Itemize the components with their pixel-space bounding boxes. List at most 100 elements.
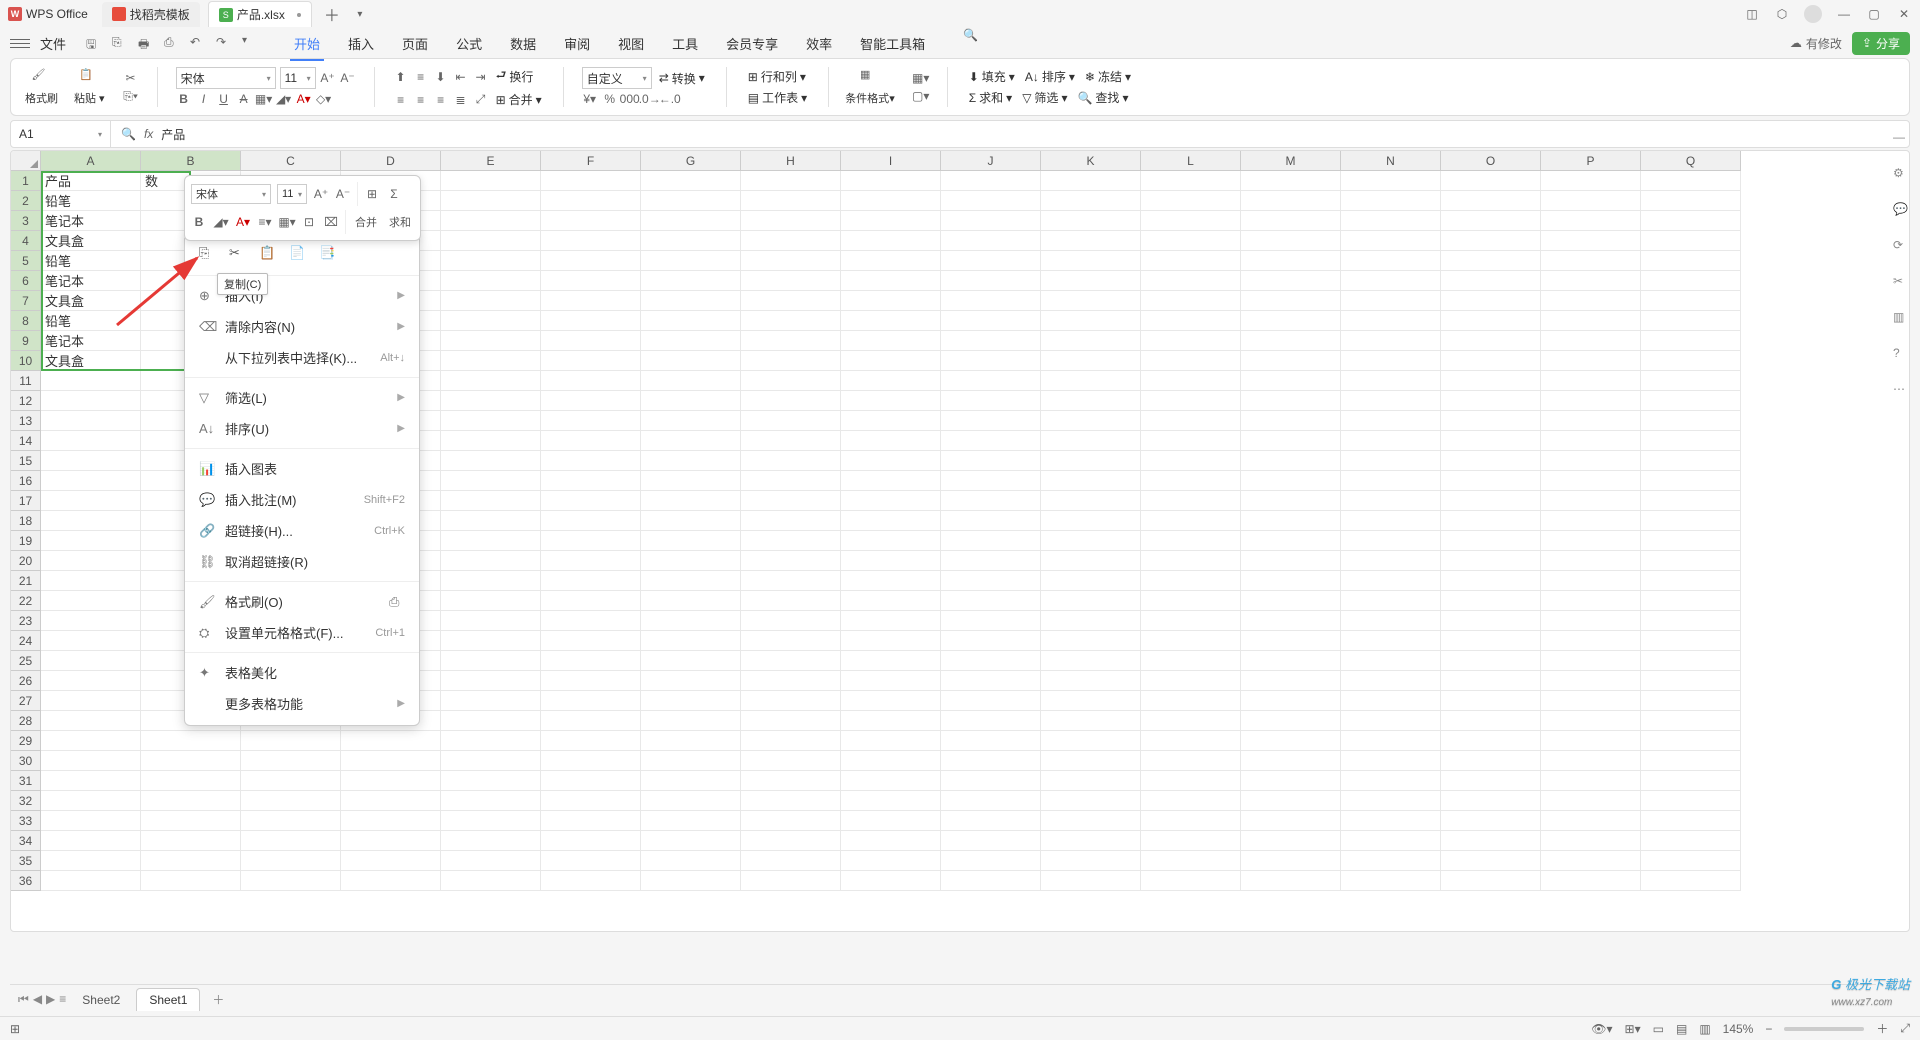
cell-P22[interactable] bbox=[1541, 591, 1641, 611]
cell-G31[interactable] bbox=[641, 771, 741, 791]
cell-Q31[interactable] bbox=[1641, 771, 1741, 791]
cell-F9[interactable] bbox=[541, 331, 641, 351]
cell-I29[interactable] bbox=[841, 731, 941, 751]
align-right-icon[interactable]: ≡ bbox=[433, 92, 449, 108]
cell-L7[interactable] bbox=[1141, 291, 1241, 311]
cell-I15[interactable] bbox=[841, 451, 941, 471]
cell-E27[interactable] bbox=[441, 691, 541, 711]
cell-H28[interactable] bbox=[741, 711, 841, 731]
cell-M18[interactable] bbox=[1241, 511, 1341, 531]
column-header[interactable]: G bbox=[641, 151, 741, 171]
cell-E4[interactable] bbox=[441, 231, 541, 251]
cell-E18[interactable] bbox=[441, 511, 541, 531]
prev-sheet-icon[interactable]: ◀ bbox=[33, 992, 42, 1007]
cell-O28[interactable] bbox=[1441, 711, 1541, 731]
align-left-icon[interactable]: ≡ bbox=[393, 92, 409, 108]
cell-B36[interactable] bbox=[141, 871, 241, 891]
cell-I34[interactable] bbox=[841, 831, 941, 851]
row-header[interactable]: 4 bbox=[11, 231, 41, 251]
cell-D33[interactable] bbox=[341, 811, 441, 831]
column-header[interactable]: E bbox=[441, 151, 541, 171]
cell-J5[interactable] bbox=[941, 251, 1041, 271]
column-header[interactable]: B bbox=[141, 151, 241, 171]
cell-F16[interactable] bbox=[541, 471, 641, 491]
cell-C32[interactable] bbox=[241, 791, 341, 811]
cm-copy-icon[interactable]: ⎘ bbox=[199, 245, 217, 263]
cell-E19[interactable] bbox=[441, 531, 541, 551]
cell-N1[interactable] bbox=[1341, 171, 1441, 191]
cell-G13[interactable] bbox=[641, 411, 741, 431]
valign-mid-icon[interactable]: ≡ bbox=[413, 69, 429, 85]
cell-P33[interactable] bbox=[1541, 811, 1641, 831]
undo-icon[interactable]: ↶ bbox=[190, 35, 206, 51]
row-header[interactable]: 6 bbox=[11, 271, 41, 291]
sort-button[interactable]: A↓ 排序▾ bbox=[1022, 67, 1078, 86]
cell-F20[interactable] bbox=[541, 551, 641, 571]
cell-L16[interactable] bbox=[1141, 471, 1241, 491]
cell-N2[interactable] bbox=[1341, 191, 1441, 211]
cell-H35[interactable] bbox=[741, 851, 841, 871]
cell-K13[interactable] bbox=[1041, 411, 1141, 431]
share-button[interactable]: ⇪ 分享 bbox=[1852, 32, 1910, 55]
cell-K32[interactable] bbox=[1041, 791, 1141, 811]
cell-L27[interactable] bbox=[1141, 691, 1241, 711]
cell-J31[interactable] bbox=[941, 771, 1041, 791]
cell-K29[interactable] bbox=[1041, 731, 1141, 751]
cell-I1[interactable] bbox=[841, 171, 941, 191]
cell-L31[interactable] bbox=[1141, 771, 1241, 791]
mini-eraser-icon[interactable]: ⌧ bbox=[323, 214, 339, 230]
cell-L35[interactable] bbox=[1141, 851, 1241, 871]
cell-F10[interactable] bbox=[541, 351, 641, 371]
cell-G5[interactable] bbox=[641, 251, 741, 271]
cell-E22[interactable] bbox=[441, 591, 541, 611]
cell-M28[interactable] bbox=[1241, 711, 1341, 731]
row-header[interactable]: 13 bbox=[11, 411, 41, 431]
next-sheet-icon[interactable]: ▶ bbox=[46, 992, 55, 1007]
cell-N10[interactable] bbox=[1341, 351, 1441, 371]
mini-bold-icon[interactable]: B bbox=[191, 214, 207, 230]
cell-I16[interactable] bbox=[841, 471, 941, 491]
comma-icon[interactable]: 000 bbox=[622, 91, 638, 107]
cell-E13[interactable] bbox=[441, 411, 541, 431]
cell-Q35[interactable] bbox=[1641, 851, 1741, 871]
fullscreen-icon[interactable]: ⤢ bbox=[1900, 1021, 1910, 1036]
cell-E30[interactable] bbox=[441, 751, 541, 771]
cell-H1[interactable] bbox=[741, 171, 841, 191]
cell-Q5[interactable] bbox=[1641, 251, 1741, 271]
cell-N19[interactable] bbox=[1341, 531, 1441, 551]
cell-H31[interactable] bbox=[741, 771, 841, 791]
row-header[interactable]: 12 bbox=[11, 391, 41, 411]
cell-Q16[interactable] bbox=[1641, 471, 1741, 491]
cell-H34[interactable] bbox=[741, 831, 841, 851]
cell-O30[interactable] bbox=[1441, 751, 1541, 771]
cell-N28[interactable] bbox=[1341, 711, 1441, 731]
cell-N16[interactable] bbox=[1341, 471, 1441, 491]
cell-E36[interactable] bbox=[441, 871, 541, 891]
cell-G8[interactable] bbox=[641, 311, 741, 331]
cell-K20[interactable] bbox=[1041, 551, 1141, 571]
border-icon[interactable]: ▦▾ bbox=[256, 91, 272, 107]
cell-Q33[interactable] bbox=[1641, 811, 1741, 831]
format-painter-button[interactable]: 🖌 格式刷 bbox=[21, 66, 62, 108]
cell-F17[interactable] bbox=[541, 491, 641, 511]
cell-Q32[interactable] bbox=[1641, 791, 1741, 811]
cell-N12[interactable] bbox=[1341, 391, 1441, 411]
cell-B34[interactable] bbox=[141, 831, 241, 851]
row-header[interactable]: 35 bbox=[11, 851, 41, 871]
search-icon[interactable]: 🔍 bbox=[963, 28, 978, 59]
cell-Q19[interactable] bbox=[1641, 531, 1741, 551]
cell-Q22[interactable] bbox=[1641, 591, 1741, 611]
cell-I32[interactable] bbox=[841, 791, 941, 811]
cell-H3[interactable] bbox=[741, 211, 841, 231]
row-header[interactable]: 22 bbox=[11, 591, 41, 611]
cell-F11[interactable] bbox=[541, 371, 641, 391]
cell-I5[interactable] bbox=[841, 251, 941, 271]
cell-P3[interactable] bbox=[1541, 211, 1641, 231]
row-header[interactable]: 19 bbox=[11, 531, 41, 551]
cell-Q29[interactable] bbox=[1641, 731, 1741, 751]
maximize-button[interactable]: ▢ bbox=[1866, 6, 1882, 22]
cm-hyperlink[interactable]: 🔗超链接(H)... Ctrl+K bbox=[185, 515, 419, 546]
cell-N34[interactable] bbox=[1341, 831, 1441, 851]
cell-O9[interactable] bbox=[1441, 331, 1541, 351]
cell-M1[interactable] bbox=[1241, 171, 1341, 191]
